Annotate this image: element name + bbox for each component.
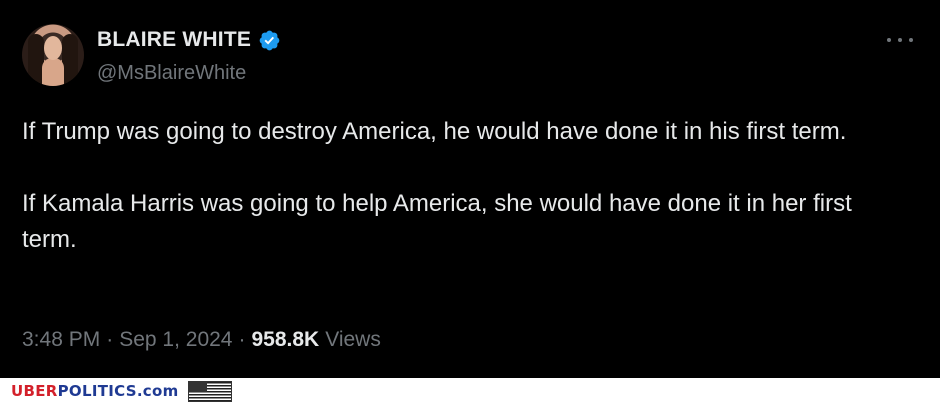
meta-separator: · xyxy=(106,328,114,351)
tweet-card: BLAIRE WHITE @MsBlaireWhite If Trump was… xyxy=(0,0,940,378)
views-label: Views xyxy=(325,328,381,351)
avatar-neck xyxy=(42,58,64,86)
tweet-text: If Trump was going to destroy America, h… xyxy=(22,114,912,258)
views-count: 958.8K xyxy=(251,328,320,351)
us-flag-icon xyxy=(188,381,232,402)
more-options-icon[interactable] xyxy=(887,32,913,48)
more-dot xyxy=(909,38,913,42)
more-dot xyxy=(887,38,891,42)
logo-uber: UBER xyxy=(11,382,58,400)
tweet-date[interactable]: Sep 1, 2024 xyxy=(119,328,232,352)
flag-canton xyxy=(189,382,207,392)
tweet-meta: 3:48 PM · Sep 1, 2024 · 958.8K Views xyxy=(22,328,381,352)
avatar[interactable] xyxy=(22,24,84,86)
logo-politics: POLITICS xyxy=(57,382,137,400)
display-name[interactable]: BLAIRE WHITE xyxy=(97,28,251,52)
avatar-face xyxy=(44,36,62,60)
avatar-hair-right xyxy=(62,34,78,86)
tweet-paragraph: If Trump was going to destroy America, h… xyxy=(22,118,847,145)
tweet-paragraph: If Kamala Harris was going to help Ameri… xyxy=(22,190,852,253)
author-name-row: BLAIRE WHITE xyxy=(97,28,281,52)
watermark-bar: UBERPOLITICS.com xyxy=(0,378,940,405)
site-logo: UBERPOLITICS.com xyxy=(11,382,179,400)
logo-com: .com xyxy=(136,382,179,400)
user-handle[interactable]: @MsBlaireWhite xyxy=(97,62,246,85)
meta-separator: · xyxy=(238,328,246,351)
verified-badge-icon xyxy=(259,30,280,50)
tweet-time[interactable]: 3:48 PM xyxy=(22,328,100,352)
more-dot xyxy=(898,38,902,42)
